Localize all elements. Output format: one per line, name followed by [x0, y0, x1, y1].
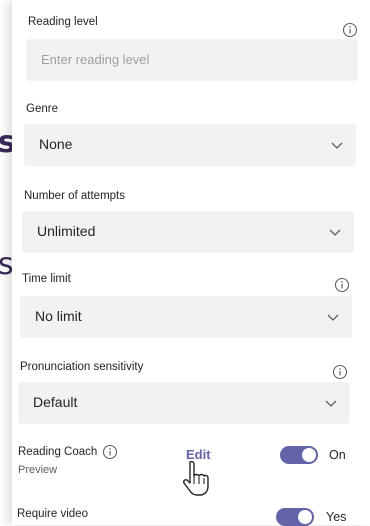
require-video-label: Require video	[17, 508, 88, 520]
info-circle-icon[interactable]	[342, 22, 358, 38]
reading-coach-preview: Preview	[18, 464, 58, 476]
time-limit-label: Time limit	[22, 273, 71, 285]
reading-coach-toggle-state: On	[329, 448, 346, 462]
genre-label: Genre	[26, 103, 58, 115]
reading-level-label: Reading level	[28, 16, 98, 28]
reading-coach-toggle[interactable]	[280, 446, 318, 464]
attempts-value: Unlimited	[37, 223, 96, 239]
time-limit-dropdown[interactable]: No limit	[20, 296, 352, 338]
genre-value: None	[39, 136, 73, 152]
reading-level-input[interactable]: Enter reading level	[26, 39, 358, 81]
info-circle-icon[interactable]	[334, 277, 350, 293]
info-circle-icon[interactable]	[332, 364, 348, 380]
chevron-down-icon	[329, 229, 341, 236]
reading-level-placeholder: Enter reading level	[41, 52, 150, 67]
attempts-label: Number of attempts	[24, 190, 125, 202]
sensitivity-dropdown[interactable]: Default	[18, 382, 350, 424]
require-video-toggle-state: Yes	[326, 510, 347, 524]
require-video-toggle[interactable]	[276, 508, 314, 526]
attempts-dropdown[interactable]: Unlimited	[22, 211, 354, 253]
toggle-knob	[302, 448, 316, 462]
settings-panel: Reading level Enter reading level Genre …	[12, 0, 370, 526]
reading-coach-label: Reading Coach	[18, 446, 98, 458]
info-circle-icon[interactable]	[102, 444, 118, 460]
hand-pointer-icon	[183, 460, 209, 496]
chevron-down-icon	[325, 400, 337, 407]
sensitivity-label: Pronunciation sensitivity	[20, 361, 144, 373]
sensitivity-value: Default	[33, 394, 78, 410]
genre-dropdown[interactable]: None	[24, 124, 356, 166]
toggle-knob	[298, 510, 312, 524]
chevron-down-icon	[327, 314, 339, 321]
time-limit-value: No limit	[35, 308, 82, 324]
chevron-down-icon	[331, 142, 343, 149]
